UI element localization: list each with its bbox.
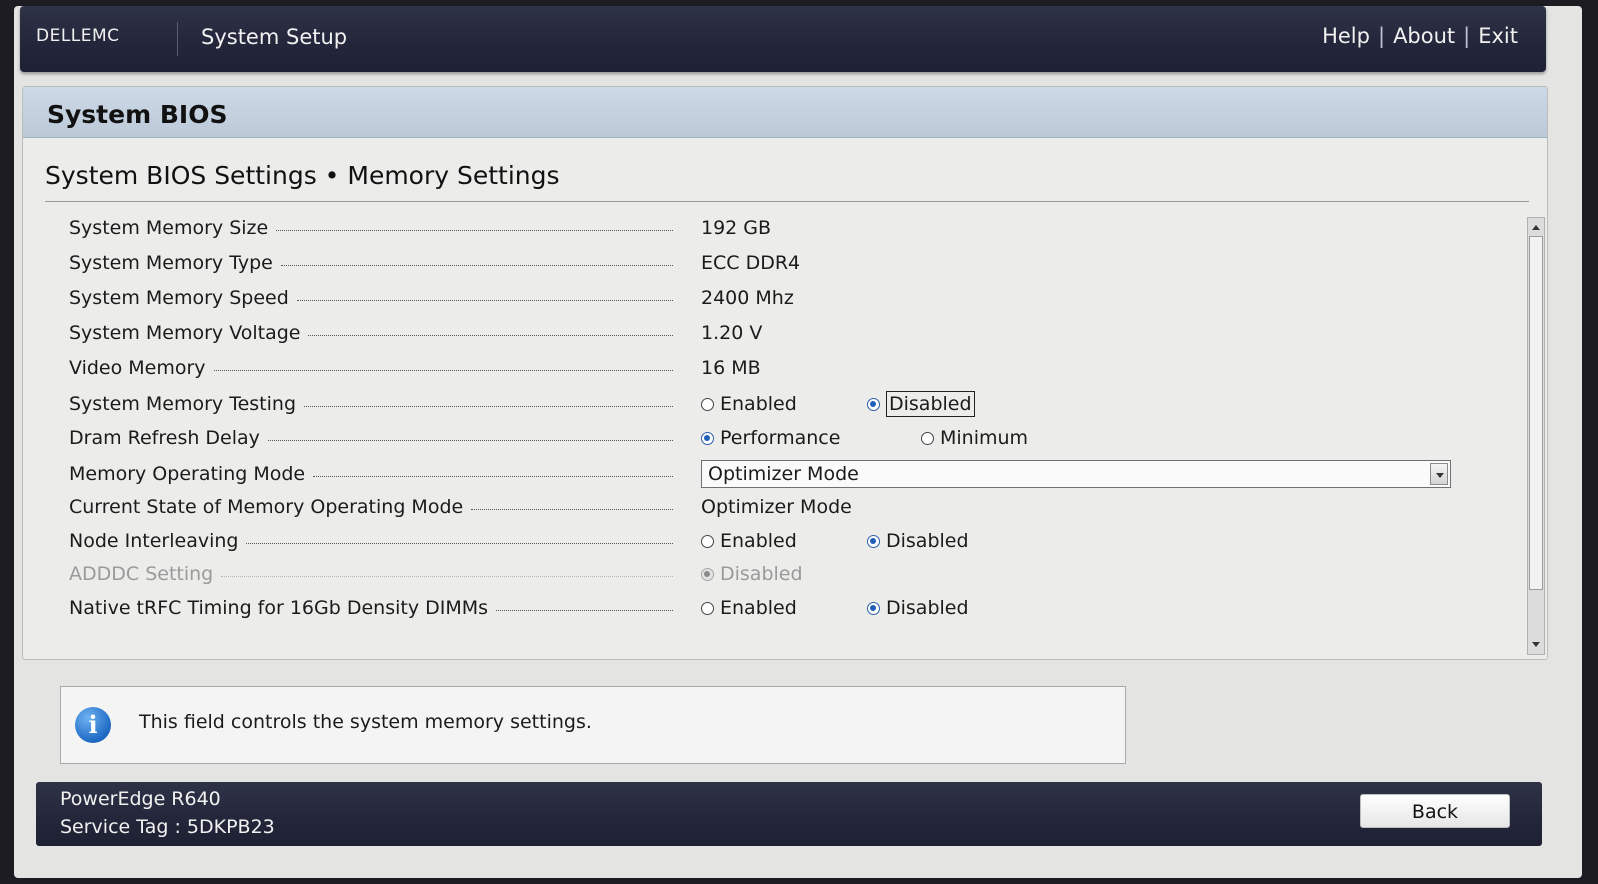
radio-minimum[interactable]: Minimum [921, 424, 1028, 452]
radio-circle [701, 397, 714, 411]
radio-label: Enabled [720, 597, 797, 619]
setting-row-adddc: ADDDC Setting Disabled [69, 560, 1489, 590]
leader-dots [304, 405, 673, 407]
leader-dots [313, 475, 673, 477]
help-link[interactable]: Help [1322, 24, 1370, 48]
dropdown-value: Optimizer Mode [708, 463, 859, 485]
back-button[interactable]: Back [1360, 794, 1510, 828]
setting-label: Dram Refresh Delay [69, 427, 260, 449]
service-tag: Service Tag : 5DKPB23 [60, 816, 275, 838]
panel-header [23, 87, 1547, 138]
info-icon: i [75, 707, 111, 743]
radio-circle [701, 534, 714, 548]
setting-row-memory-type: System Memory Type ECC DDR4 [69, 249, 1489, 279]
panel-title: System BIOS [47, 100, 228, 129]
logo-divider [177, 22, 178, 56]
vertical-scrollbar[interactable] [1527, 217, 1545, 655]
leader-dots [308, 334, 673, 336]
setting-row-memory-testing: System Memory Testing Enabled Disabled [69, 390, 1489, 420]
setting-label: System Memory Testing [69, 393, 296, 415]
setting-row-node-interleaving: Node Interleaving Enabled Disabled [69, 527, 1489, 557]
help-text: This field controls the system memory se… [139, 711, 592, 733]
setting-value: 2400 Mhz [701, 287, 794, 309]
settings-panel: System BIOS System BIOS Settings • Memor… [22, 86, 1548, 660]
setting-row-native-trfc: Native tRFC Timing for 16Gb Density DIMM… [69, 594, 1489, 624]
radio-disabled[interactable]: Disabled [867, 390, 975, 418]
setting-label: Memory Operating Mode [69, 463, 306, 485]
setting-row-memory-operating-mode: Memory Operating Mode Optimizer Mode [69, 460, 1489, 490]
setting-label: Node Interleaving [69, 530, 239, 552]
setting-label: Native tRFC Timing for 16Gb Density DIMM… [69, 597, 489, 619]
radio-disabled[interactable]: Disabled [867, 527, 969, 555]
radio-circle-selected [701, 431, 714, 445]
leader-dots [246, 542, 673, 544]
top-bar: DELLEMC System Setup Help | About | Exit [20, 6, 1546, 72]
setting-value: ECC DDR4 [701, 252, 801, 274]
radio-label: Disabled [886, 530, 969, 552]
setting-label: System Memory Speed [69, 287, 289, 309]
radio-circle-selected [867, 534, 880, 548]
radio-circle-selected [701, 567, 714, 581]
leader-dots [280, 264, 673, 266]
setting-row-memory-voltage: System Memory Voltage 1.20 V [69, 319, 1489, 349]
radio-label: Minimum [940, 427, 1029, 449]
link-separator: | [1463, 24, 1471, 48]
setting-label: ADDDC Setting [69, 563, 214, 585]
leader-dots [496, 609, 673, 611]
section-divider [45, 201, 1529, 202]
radio-label: Disabled [720, 563, 803, 585]
system-model: PowerEdge R640 [60, 788, 221, 810]
radio-label-focused: Disabled [886, 391, 975, 417]
help-box: i This field controls the system memory … [60, 686, 1126, 764]
radio-circle [701, 601, 714, 615]
radio-label: Enabled [720, 393, 797, 415]
setting-row-dram-refresh-delay: Dram Refresh Delay Performance Minimum [69, 424, 1489, 454]
exit-link[interactable]: Exit [1478, 24, 1518, 48]
leader-dots [276, 229, 673, 231]
setting-label: System Memory Type [69, 252, 273, 274]
setting-value: 16 MB [701, 357, 761, 379]
radio-circle [921, 431, 934, 445]
radio-enabled[interactable]: Enabled [701, 594, 797, 622]
setting-label: System Memory Size [69, 217, 269, 239]
leader-dots [213, 369, 673, 371]
radio-disabled-readonly: Disabled [701, 560, 803, 588]
setting-value: 1.20 V [701, 322, 763, 344]
setting-value: Optimizer Mode [701, 496, 852, 518]
radio-disabled[interactable]: Disabled [867, 594, 969, 622]
radio-circle-selected [867, 397, 880, 411]
setting-label: Video Memory [69, 357, 206, 379]
radio-label: Performance [720, 427, 841, 449]
setting-row-memory-size: System Memory Size 192 GB [69, 214, 1489, 244]
leader-dots [267, 439, 673, 441]
dellemc-logo: DELLEMC [36, 26, 120, 46]
memory-mode-dropdown[interactable]: Optimizer Mode [701, 460, 1451, 488]
radio-enabled[interactable]: Enabled [701, 390, 797, 418]
scroll-up-arrow-icon[interactable] [1530, 222, 1542, 232]
radio-label: Enabled [720, 530, 797, 552]
setting-label: System Memory Voltage [69, 322, 301, 344]
leader-dots [221, 575, 673, 577]
scroll-down-arrow-icon[interactable] [1530, 640, 1542, 650]
scroll-thumb[interactable] [1529, 236, 1543, 590]
radio-label: Disabled [886, 597, 969, 619]
setting-value: 192 GB [701, 217, 772, 239]
radio-performance[interactable]: Performance [701, 424, 840, 452]
setting-row-video-memory: Video Memory 16 MB [69, 354, 1489, 384]
radio-circle-selected [867, 601, 880, 615]
top-links: Help | About | Exit [1322, 24, 1518, 48]
leader-dots [296, 299, 673, 301]
radio-enabled[interactable]: Enabled [701, 527, 797, 555]
setting-label: Current State of Memory Operating Mode [69, 496, 464, 518]
setting-row-memory-speed: System Memory Speed 2400 Mhz [69, 284, 1489, 314]
bottom-bar: PowerEdge R640 Service Tag : 5DKPB23 Bac… [36, 782, 1542, 846]
about-link[interactable]: About [1393, 24, 1455, 48]
link-separator: | [1377, 24, 1386, 48]
app-title: System Setup [201, 25, 348, 49]
leader-dots [471, 508, 673, 510]
chevron-down-icon[interactable] [1430, 463, 1448, 485]
setting-row-current-state: Current State of Memory Operating Mode O… [69, 493, 1489, 523]
section-title: System BIOS Settings • Memory Settings [45, 161, 560, 190]
